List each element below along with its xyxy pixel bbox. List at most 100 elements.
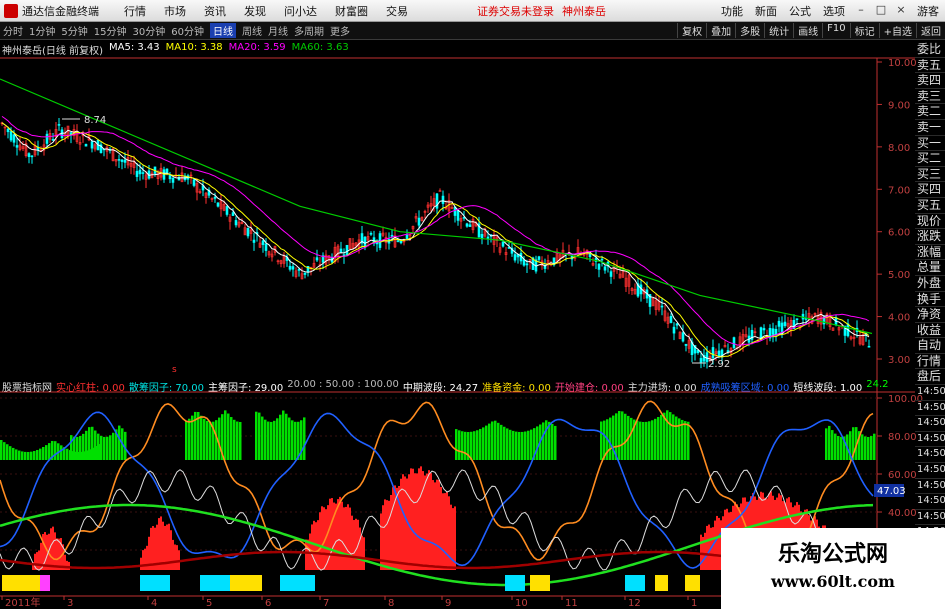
sub-green-bar [554,425,557,460]
candle-body [486,236,490,239]
side-item-10[interactable]: 买五 [915,198,945,214]
sub-red-area [438,480,440,570]
period-multi[interactable]: 多周期 [294,23,324,38]
menu-layout[interactable]: 新面 [755,3,777,19]
side-item-11[interactable]: 现价 [915,214,945,230]
side-item-17[interactable]: 净资 [915,307,945,323]
sub-green-bar [279,414,282,460]
side-item-15[interactable]: 外盘 [915,276,945,292]
x-tick-label: 2011年 [5,596,40,609]
stock-link[interactable]: 神州泰岳 [562,3,606,19]
side-item-30[interactable]: 14:50 [915,510,945,526]
side-item-8[interactable]: 买三 [915,167,945,183]
side-item-9[interactable]: 买四 [915,182,945,198]
tool-back[interactable]: 返回 [916,23,945,38]
ma60-label: MA60: 3.63 [291,42,349,53]
menu-exchange[interactable]: 市场 [164,3,186,19]
menu-wealth[interactable]: 财富圈 [335,3,368,19]
sub-green-bar [291,420,294,460]
sub-signal-block [530,575,550,591]
candle-body [246,227,250,237]
menu-market[interactable]: 行情 [124,3,146,19]
sub-green-bar [118,425,121,460]
side-item-0[interactable]: 委比 [915,42,945,58]
menu-trade[interactable]: 交易 [386,3,408,19]
period-1min[interactable]: 1分钟 [29,23,55,38]
side-item-25[interactable]: 14:50 [915,432,945,448]
period-30min[interactable]: 30分钟 [132,23,165,38]
menu-news[interactable]: 资讯 [204,3,226,19]
menu-discover[interactable]: 发现 [244,3,266,19]
period-5min[interactable]: 5分钟 [61,23,87,38]
side-item-27[interactable]: 14:50 [915,463,945,479]
candle-body [6,128,10,133]
menu-ask[interactable]: 问小达 [284,3,317,19]
side-item-28[interactable]: 14:50 [915,479,945,495]
tool-stats[interactable]: 统计 [764,23,793,38]
app-window: 通达信金融终端 行情 市场 资讯 发现 问小达 财富圈 交易 证券交易未登录 神… [0,0,945,609]
side-item-4[interactable]: 卖二 [915,104,945,120]
sub-signal-block [280,575,315,591]
tool-multi-stock[interactable]: 多股 [735,23,764,38]
side-item-24[interactable]: 14:50 [915,416,945,432]
menu-options[interactable]: 选项 [823,3,845,19]
kline-chart[interactable]: 10.009.008.007.006.005.004.003.00100.008… [0,40,945,609]
side-item-16[interactable]: 换手 [915,292,945,308]
sub-red-area [50,528,52,570]
sub-green-bar [867,436,870,460]
side-item-6[interactable]: 买一 [915,136,945,152]
side-item-5[interactable]: 卖一 [915,120,945,136]
sub-red-area [353,520,355,570]
side-item-18[interactable]: 收益 [915,323,945,339]
minimize-icon[interactable]: – [854,3,868,19]
sub-red-area [170,530,172,570]
sub-item-2: 主筹因子: 29.00 [208,383,284,394]
tool-add-watchlist[interactable]: +自选 [878,23,916,38]
low-price-label: 2.92 [708,359,730,370]
side-item-21[interactable]: 盘后 [915,369,945,386]
tool-overlay[interactable]: 叠加 [706,23,735,38]
close-icon[interactable]: × [894,3,908,19]
sub-red-area [386,500,388,570]
sub-red-area [54,532,56,570]
side-item-7[interactable]: 买二 [915,151,945,167]
sub-green-bar [60,445,63,460]
tool-mark[interactable]: 标记 [849,23,879,38]
side-item-22[interactable]: 14:50 [915,385,945,401]
candle-body [231,212,235,216]
tool-adjust[interactable]: 复权 [677,23,706,38]
sub-item-5: 准备资金: 0.00 [482,383,551,394]
sub-green-bar [200,415,203,460]
side-item-23[interactable]: 14:50 [915,401,945,417]
tool-draw[interactable]: 画线 [793,23,822,38]
period-15min[interactable]: 15分钟 [94,23,127,38]
tool-f10[interactable]: F10 [822,23,849,38]
side-item-13[interactable]: 涨幅 [915,245,945,261]
side-item-2[interactable]: 卖四 [915,73,945,89]
side-item-14[interactable]: 总量 [915,260,945,276]
sub-green-bar [24,451,27,460]
side-item-29[interactable]: 14:50 [915,494,945,510]
candle-body [513,254,517,261]
sub-red-area [454,506,456,570]
sub-red-area [440,486,442,570]
maximize-icon[interactable]: □ [874,3,888,19]
side-item-26[interactable]: 14:50 [915,447,945,464]
login-status-link[interactable]: 证券交易未登录 [477,3,554,19]
period-day[interactable]: 日线 [209,23,236,38]
side-item-19[interactable]: 自动 [915,338,945,354]
guest-label[interactable]: 游客 [917,3,939,19]
menu-formula[interactable]: 公式 [789,3,811,19]
period-more[interactable]: 更多 [330,23,350,38]
menu-function[interactable]: 功能 [721,3,743,19]
sub-green-bar [834,433,837,460]
candle-body [345,244,349,256]
side-item-12[interactable]: 涨跌 [915,229,945,245]
side-item-20[interactable]: 行情 [915,354,945,370]
side-item-3[interactable]: 卖三 [915,89,945,105]
period-week[interactable]: 周线 [242,23,262,38]
period-minute[interactable]: 分时 [3,23,23,38]
side-item-1[interactable]: 卖五 [915,58,945,74]
period-60min[interactable]: 60分钟 [171,23,204,38]
period-month[interactable]: 月线 [268,23,288,38]
